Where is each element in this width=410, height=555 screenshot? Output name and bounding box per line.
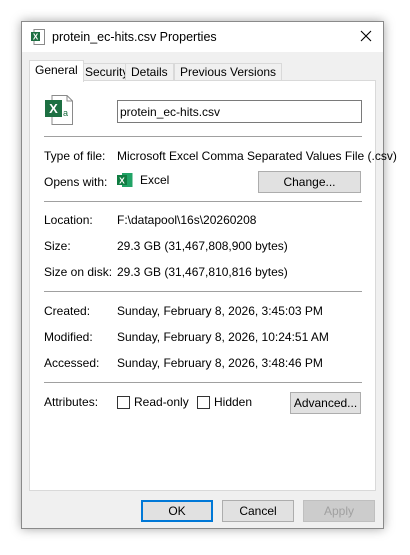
apply-button[interactable]: Apply — [303, 500, 375, 522]
hidden-checkbox[interactable]: Hidden — [197, 395, 252, 409]
properties-dialog: X protein_ec-hits.csv Properties General… — [21, 21, 397, 529]
location-label: Location: — [44, 213, 93, 227]
close-button[interactable] — [349, 22, 383, 52]
close-icon — [360, 30, 372, 45]
read-only-label: Read-only — [134, 395, 189, 409]
read-only-checkbox[interactable]: Read-only — [117, 395, 189, 409]
general-panel: X a Type of file: Microsoft Excel Comma … — [29, 80, 397, 491]
accessed-value: Sunday, February 8, 2026, 3:48:46 PM — [117, 356, 323, 370]
excel-csv-file-icon: X a — [45, 95, 73, 125]
svg-text:X: X — [49, 101, 58, 116]
divider — [44, 136, 362, 137]
hidden-checkbox-box[interactable] — [197, 395, 210, 409]
excel-csv-file-icon: X — [31, 29, 45, 45]
tab-general[interactable]: General — [29, 60, 84, 82]
advanced-button[interactable]: Advanced... — [290, 392, 361, 414]
tab-previous-versions[interactable]: Previous Versions — [174, 63, 283, 81]
divider — [44, 201, 362, 202]
accessed-label: Accessed: — [44, 356, 100, 370]
opens-with-app-name: Excel — [140, 173, 170, 187]
svg-text:a: a — [63, 108, 68, 118]
title-bar: X protein_ec-hits.csv Properties — [22, 22, 383, 52]
opens-with-label: Opens with: — [44, 175, 108, 189]
size-on-disk-label: Size on disk: — [44, 265, 113, 279]
window-title: protein_ec-hits.csv Properties — [52, 30, 217, 44]
change-button[interactable]: Change... — [258, 171, 361, 193]
tab-details[interactable]: Details — [125, 63, 174, 81]
read-only-checkbox-box[interactable] — [117, 395, 130, 409]
created-label: Created: — [44, 304, 91, 318]
location-value: F:\datapool\16s\20260208 — [117, 213, 257, 227]
size-on-disk-value: 29.3 GB (31,467,810,816 bytes) — [117, 265, 288, 279]
svg-text:X: X — [33, 33, 39, 42]
modified-label: Modified: — [44, 330, 93, 344]
size-value: 29.3 GB (31,467,808,900 bytes) — [117, 239, 288, 253]
type-of-file-value: Microsoft Excel Comma Separated Values F… — [117, 149, 397, 163]
modified-value: Sunday, February 8, 2026, 10:24:51 AM — [117, 330, 329, 344]
ok-button[interactable]: OK — [141, 500, 213, 522]
size-label: Size: — [44, 239, 71, 253]
opens-with-value: X Excel — [117, 172, 169, 188]
type-of-file-label: Type of file: — [44, 149, 106, 163]
file-name-input[interactable] — [117, 100, 362, 123]
excel-app-icon: X — [117, 172, 133, 188]
created-value: Sunday, February 8, 2026, 3:45:03 PM — [117, 304, 323, 318]
cancel-button[interactable]: Cancel — [222, 500, 294, 522]
divider — [44, 291, 362, 292]
hidden-label: Hidden — [214, 395, 253, 409]
svg-text:X: X — [119, 175, 125, 185]
divider — [44, 382, 362, 383]
attributes-label: Attributes: — [44, 395, 99, 409]
